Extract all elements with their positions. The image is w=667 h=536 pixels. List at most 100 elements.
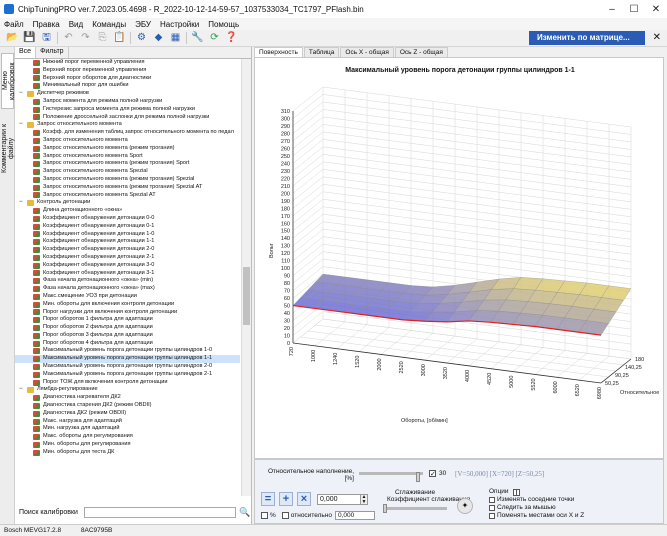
menu-ecu[interactable]: ЭБУ	[135, 20, 151, 29]
value-spinner[interactable]: ▲ ▼	[361, 493, 368, 505]
tree-item[interactable]: Порог оборотов 2 фильтра для адаптации	[15, 324, 240, 332]
menu-edit[interactable]: Правка	[33, 20, 60, 29]
tree-item[interactable]: Макс. обороты для регулирования	[15, 433, 240, 441]
tab-all[interactable]: Все	[15, 47, 37, 58]
tree-item[interactable]: Запрос относительного момента (режим тро…	[15, 176, 240, 184]
tree-item[interactable]: Нижний порог переменной управления	[15, 59, 240, 67]
tab-axis-x[interactable]: Ось X - общая	[340, 47, 394, 57]
tree-item[interactable]: Коэффициент обнаружения детонации 2-0	[15, 246, 240, 254]
copy-icon[interactable]: ⎘	[96, 32, 109, 44]
tree-item[interactable]: Мин. обороты для регулирования	[15, 441, 240, 449]
tab-axis-z[interactable]: Ось Z - общая	[394, 47, 448, 57]
compare-icon[interactable]: ▦	[169, 32, 182, 44]
close-button[interactable]: ✕	[645, 4, 667, 15]
tree-item[interactable]: Коэффициент обнаружения детонации 1-1	[15, 238, 240, 246]
tree-item[interactable]: Гистерезис запроса момента для режима по…	[15, 106, 240, 114]
tree-item[interactable]: Коэффициент обнаружения детонации 0-0	[15, 215, 240, 223]
tree-scrollbar[interactable]	[241, 59, 251, 496]
tree-item[interactable]: Диагностика ДК2 (режим OBDII)	[15, 410, 240, 418]
tree-item[interactable]: Коэффициент обнаружения детонации 2-1	[15, 254, 240, 262]
tree-item[interactable]: Порог нагрузки для включения контроля де…	[15, 309, 240, 317]
equals-button[interactable]: =	[261, 492, 275, 506]
tree-item[interactable]: Коэффициент обнаружения детонации 3-0	[15, 262, 240, 270]
option-neighbors-checkbox[interactable]	[489, 497, 495, 503]
tree-item[interactable]: Минимальный порог для ошибки	[15, 82, 240, 90]
menu-help[interactable]: Помощь	[208, 20, 239, 29]
fill-slider[interactable]	[359, 472, 423, 482]
option-swap-axes-checkbox[interactable]	[489, 513, 495, 519]
tree-item[interactable]: Запрос относительного момента Sport	[15, 153, 240, 161]
tree-item[interactable]: Длина детонационного «окна»	[15, 207, 240, 215]
tree-item[interactable]: Фаза начала детонационного «окна» (max)	[15, 285, 240, 293]
collapse-icon[interactable]: −	[19, 90, 25, 98]
tab-table[interactable]: Таблица	[303, 47, 340, 57]
tree-item[interactable]: Запрос относительного момента	[15, 137, 240, 145]
smoothing-slider[interactable]	[383, 504, 447, 513]
tree-item[interactable]: Фаза начала детонационного «окна» (min)	[15, 277, 240, 285]
redo-icon[interactable]: ↷	[79, 32, 92, 44]
tree-item[interactable]: Запрос момента для режима полной нагрузк…	[15, 98, 240, 106]
collapse-icon[interactable]: −	[19, 121, 25, 129]
menu-commands[interactable]: Команды	[92, 20, 126, 29]
save-as-icon[interactable]: 🖫	[40, 32, 53, 44]
navigate-icon[interactable]: ◆	[152, 32, 165, 44]
maximize-button[interactable]: ☐	[623, 4, 645, 15]
tree-folder[interactable]: − Лямбда-регулирование	[15, 386, 240, 394]
percent-checkbox[interactable]	[261, 512, 268, 519]
tree-item[interactable]: Диагностика старения ДК2 (режим OBDII)	[15, 402, 240, 410]
tree-item[interactable]: Запрос относительного момента Spezial AT	[15, 192, 240, 200]
tree-item[interactable]: Порог оборотов 3 фильтра для адаптации	[15, 332, 240, 340]
tab-filter[interactable]: Фильтр	[36, 47, 69, 58]
tree-folder[interactable]: − Диспетчер режимов	[15, 90, 240, 98]
ecu-icon[interactable]: ⚙	[135, 32, 148, 44]
search-icon[interactable]: 🔍	[239, 507, 250, 518]
tree-item[interactable]: Макс.смещение УОЗ при детонации	[15, 293, 240, 301]
save-icon[interactable]: 💾	[23, 32, 36, 44]
relative-input[interactable]: 0,000	[335, 511, 376, 520]
value-input[interactable]: 0,000	[317, 493, 361, 505]
tree-item[interactable]: Положение дроссельной заслонки для режим…	[15, 114, 240, 122]
multiply-button[interactable]: ×	[297, 492, 311, 506]
tree-item[interactable]: Верхний порог переменной управления	[15, 67, 240, 75]
relative-checkbox[interactable]	[281, 512, 289, 519]
tree-item[interactable]: Мин. нагрузка для адаптаций	[15, 425, 240, 433]
tree-item[interactable]: Порог ТОЖ для включения контроля детонац…	[15, 379, 240, 387]
menu-file[interactable]: Файл	[4, 20, 24, 29]
help-icon[interactable]: ❓	[225, 32, 238, 44]
collapse-icon[interactable]: −	[19, 386, 25, 394]
tab-file-comments[interactable]: Комментарии к файлу	[1, 115, 15, 181]
tree-item[interactable]: Коэфф. для изменения таблиц запрос относ…	[15, 129, 240, 137]
tree-item[interactable]: Коэффициент обнаружения детонации 0-1	[15, 223, 240, 231]
smoothing-slider-thumb[interactable]	[383, 504, 387, 513]
edit-by-matrix-button[interactable]: Изменить по матрице...	[529, 31, 645, 45]
tree-item[interactable]: Максимальный уровень порога детонации гр…	[15, 363, 240, 371]
tree-item[interactable]: Запрос относительного момента (режим тро…	[15, 145, 240, 153]
tab-surface[interactable]: Поверхность	[254, 47, 303, 57]
update-icon[interactable]: ⟳	[208, 32, 221, 44]
tree-item[interactable]: Порог оборотов 1 фильтра для адаптации	[15, 316, 240, 324]
undo-icon[interactable]: ↶	[62, 32, 75, 44]
tools-icon[interactable]: 🔧	[191, 32, 204, 44]
tree-item[interactable]: Диагностика нагревателя ДК2	[15, 394, 240, 402]
paste-icon[interactable]: 📋	[113, 32, 126, 44]
search-input[interactable]	[83, 506, 236, 518]
tree-item[interactable]: Максимальный уровень порога детонации гр…	[15, 355, 240, 364]
tree-folder[interactable]: − Контроль детонации	[15, 199, 240, 207]
option-follow-mouse-checkbox[interactable]	[489, 505, 495, 511]
tree-item[interactable]: Максимальный уровень порога детонации гр…	[15, 371, 240, 379]
tree-scrollbar-thumb[interactable]	[243, 267, 250, 325]
collapse-icon[interactable]: −	[19, 199, 25, 207]
menu-settings[interactable]: Настройки	[160, 20, 199, 29]
tree-folder[interactable]: − Запрос относительного момента	[15, 121, 240, 129]
menu-view[interactable]: Вид	[69, 20, 83, 29]
minimize-button[interactable]: –	[601, 4, 623, 15]
surface-chart[interactable]: 010 2030 4050 6070 8090 100110 120130 140150 160…	[255, 58, 665, 460]
apply-smoothing-icon[interactable]: ✦	[457, 498, 473, 514]
tree-item[interactable]: Запрос относительного момента (режим тро…	[15, 184, 240, 192]
tree-item[interactable]: Мин. обороты для включения контроля дето…	[15, 301, 240, 309]
tree-item[interactable]: Запрос относительного момента (режим тро…	[15, 160, 240, 168]
tree-item[interactable]: Мин. обороты для теста ДК	[15, 449, 240, 457]
add-button[interactable]: +	[279, 492, 293, 506]
open-folder-icon[interactable]: 📂	[6, 32, 19, 44]
tab-calibration-menu[interactable]: Меню калибровок	[1, 53, 16, 109]
